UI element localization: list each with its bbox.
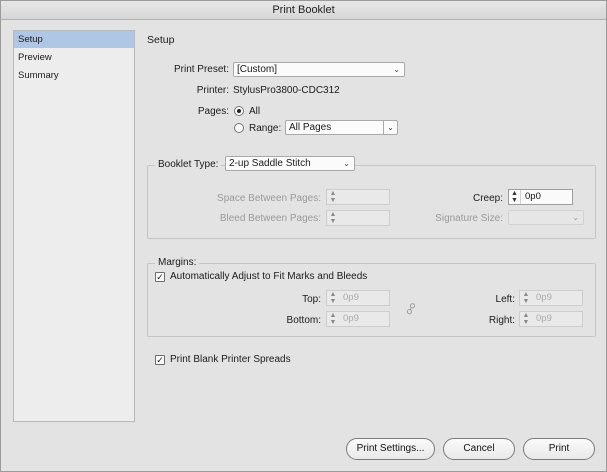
printer-value: StylusPro3800-CDC312 xyxy=(233,85,340,96)
pages-all-radio[interactable] xyxy=(234,106,244,116)
margin-right-value: 0p9 xyxy=(536,313,552,324)
space-between-stepper[interactable]: ▲ ▼ xyxy=(326,189,390,205)
print-button[interactable]: Print xyxy=(523,438,595,460)
margin-right-label: Right: xyxy=(488,315,515,326)
margin-right-stepper[interactable]: ▲ ▼ 0p9 xyxy=(519,311,583,327)
blank-spreads-label: Print Blank Printer Spreads xyxy=(170,354,291,365)
stepper-arrows-icon: ▲ ▼ xyxy=(329,190,337,204)
bleed-between-stepper[interactable]: ▲ ▼ xyxy=(326,210,390,226)
margin-left-label: Left: xyxy=(495,294,515,305)
booklet-type-value: 2-up Saddle Stitch xyxy=(229,158,311,169)
stepper-arrows-icon: ▲ ▼ xyxy=(509,190,521,204)
margin-left-stepper[interactable]: ▲ ▼ 0p9 xyxy=(519,290,583,306)
pages-all-label: All xyxy=(249,106,261,117)
print-preset-select[interactable]: [Custom] ⌄ xyxy=(233,62,405,77)
section-title: Setup xyxy=(147,34,175,46)
print-settings-button[interactable]: Print Settings... xyxy=(346,438,435,460)
auto-adjust-label: Automatically Adjust to Fit Marks and Bl… xyxy=(170,271,368,282)
margin-top-stepper[interactable]: ▲ ▼ 0p9 xyxy=(326,290,390,306)
signature-size-label: Signature Size: xyxy=(435,213,503,224)
margins-label: Margins: xyxy=(155,257,200,268)
space-between-label: Space Between Pages: xyxy=(217,193,321,204)
blank-spreads-checkbox[interactable]: ✓ xyxy=(155,355,165,365)
checkmark-icon: ✓ xyxy=(156,355,164,365)
print-booklet-dialog: Print Booklet Setup Preview Summary Setu… xyxy=(0,0,607,472)
print-preset-label: Print Preset: xyxy=(173,64,229,75)
sidebar-item-summary[interactable]: Summary xyxy=(14,67,134,84)
pages-label: Pages: xyxy=(197,106,229,117)
chevron-down-icon: ⌄ xyxy=(343,159,350,168)
pages-range-radio[interactable] xyxy=(234,123,244,133)
stepper-arrows-icon: ▲ ▼ xyxy=(329,291,337,305)
sidebar-item-label: Setup xyxy=(18,34,43,45)
sidebar-item-setup[interactable]: Setup xyxy=(14,31,134,48)
signature-size-select[interactable]: ⌄ xyxy=(508,210,584,225)
stepper-arrows-icon: ▲ ▼ xyxy=(522,291,530,305)
chevron-down-icon: ⌄ xyxy=(572,213,579,222)
chevron-down-icon: ⌄ xyxy=(393,65,400,74)
margin-bottom-stepper[interactable]: ▲ ▼ 0p9 xyxy=(326,311,390,327)
print-preset-value: [Custom] xyxy=(237,64,278,75)
margin-top-label: Top: xyxy=(302,294,321,305)
sidebar: Setup Preview Summary xyxy=(13,30,135,422)
stepper-arrows-icon: ▲ ▼ xyxy=(329,312,337,326)
margin-bottom-label: Bottom: xyxy=(286,315,321,326)
margin-bottom-value: 0p9 xyxy=(343,313,359,324)
creep-stepper[interactable]: ▲ ▼ 0p0 xyxy=(508,189,573,205)
creep-label: Creep: xyxy=(472,193,503,204)
sidebar-item-label: Preview xyxy=(18,52,52,63)
stepper-arrows-icon: ▲ ▼ xyxy=(522,312,530,326)
sidebar-item-label: Summary xyxy=(18,70,59,81)
checkmark-icon: ✓ xyxy=(156,272,164,282)
cancel-button[interactable]: Cancel xyxy=(443,438,515,460)
margin-top-value: 0p9 xyxy=(343,292,359,303)
sidebar-item-preview[interactable]: Preview xyxy=(14,49,134,66)
bleed-between-label: Bleed Between Pages: xyxy=(219,213,321,224)
creep-value: 0p0 xyxy=(525,191,541,202)
printer-label: Printer: xyxy=(196,85,229,96)
stepper-arrows-icon: ▲ ▼ xyxy=(329,211,337,225)
window-title: Print Booklet xyxy=(1,1,606,20)
auto-adjust-checkbox[interactable]: ✓ xyxy=(155,272,165,282)
pages-range-select[interactable]: All Pages ⌄ xyxy=(285,120,398,135)
chevron-down-icon: ⌄ xyxy=(383,121,397,134)
pages-range-value: All Pages xyxy=(289,122,332,133)
booklet-type-label: Booklet Type: xyxy=(155,159,222,170)
booklet-type-select[interactable]: 2-up Saddle Stitch ⌄ xyxy=(225,156,355,171)
margin-left-value: 0p9 xyxy=(536,292,552,303)
pages-range-label: Range: xyxy=(249,123,282,134)
